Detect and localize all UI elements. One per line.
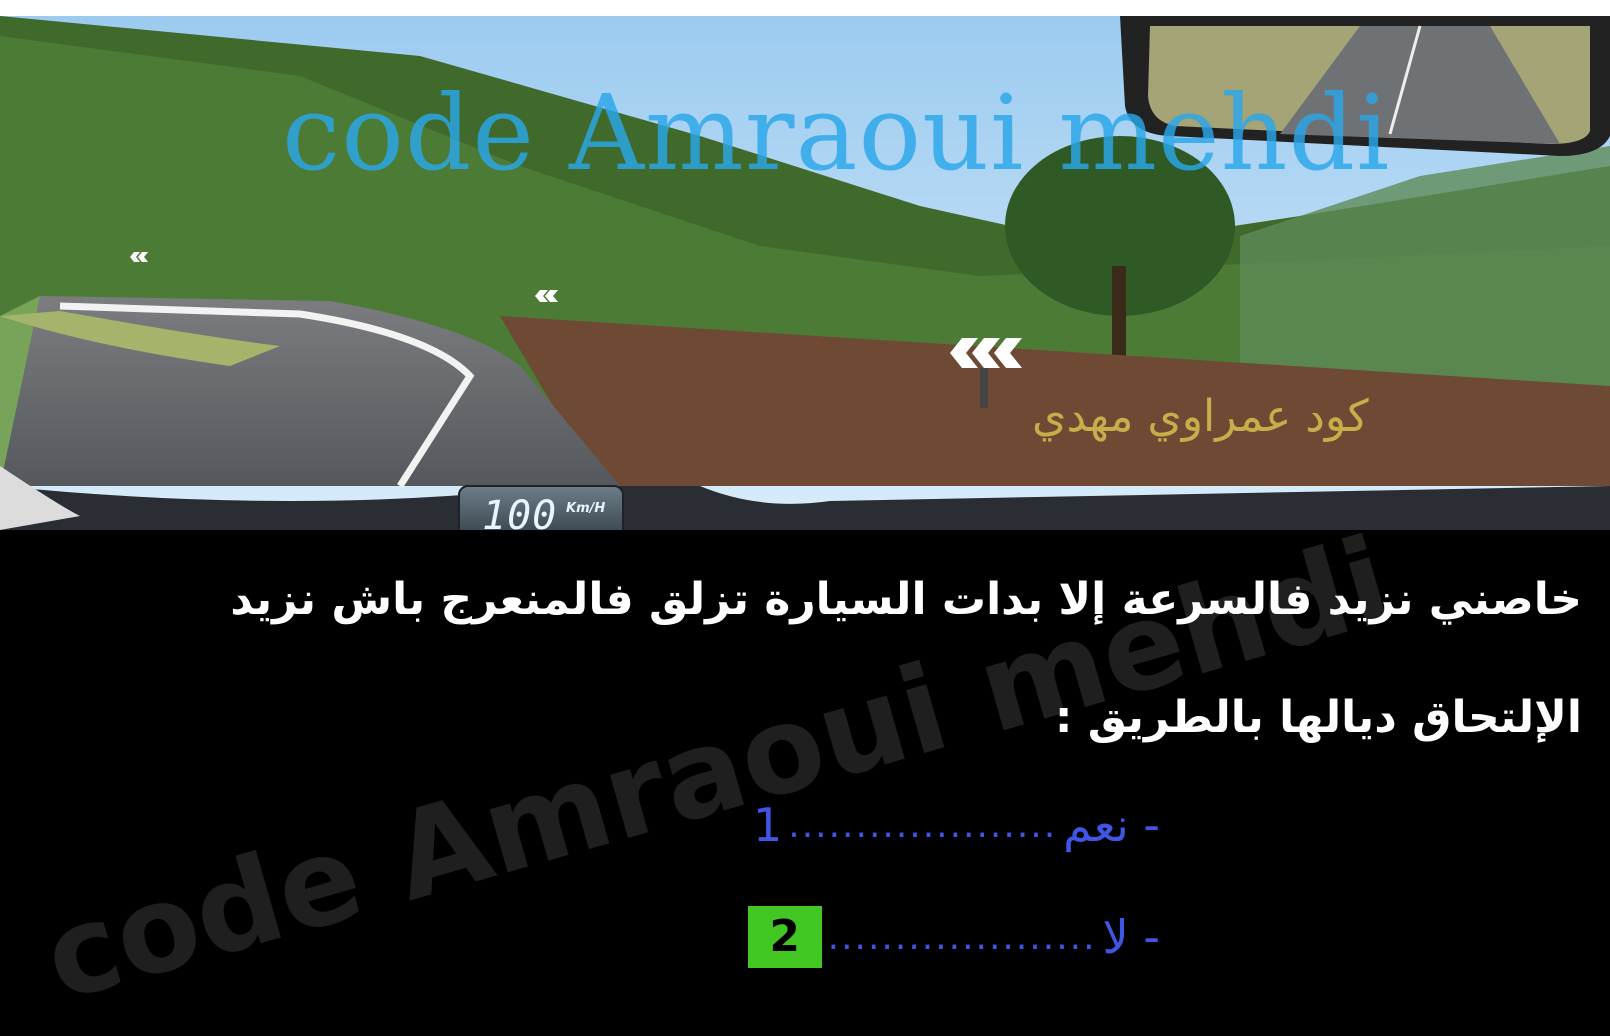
speed-value: 100: [482, 493, 558, 530]
answer-option-label: - لا: [1102, 910, 1160, 964]
question-text-line-1: خاصني نزيد فالسرعة إلا بدات السيارة تزلق…: [230, 574, 1582, 625]
answer-option-no[interactable]: - لا .................... 2: [747, 902, 1160, 972]
watermark-latin-top: code Amraoui mehdi: [282, 72, 1391, 194]
answer-option-dots: ....................: [788, 804, 1058, 846]
selected-answer-badge: 2: [747, 906, 822, 968]
answer-option-dots: ....................: [827, 916, 1097, 958]
speedometer-display: 100 Km/H: [458, 485, 624, 530]
question-panel: code Amraoui mehdi خاصني نزيد فالسرعة إل…: [0, 530, 1610, 1036]
watermark-arabic: كود عمراوي مهدي: [1032, 391, 1369, 442]
speed-unit: Km/H: [566, 501, 606, 516]
answer-option-label: - نعم: [1063, 798, 1160, 852]
road-scene-image: code Amraoui mehdi كود عمراوي مهدي 100 K…: [0, 16, 1610, 530]
question-text-line-2: الإلتحاق ديالها بالطريق :: [1054, 692, 1582, 743]
answer-option-number: 1: [753, 798, 783, 852]
answer-option-yes[interactable]: - نعم .................... 1: [753, 790, 1160, 860]
